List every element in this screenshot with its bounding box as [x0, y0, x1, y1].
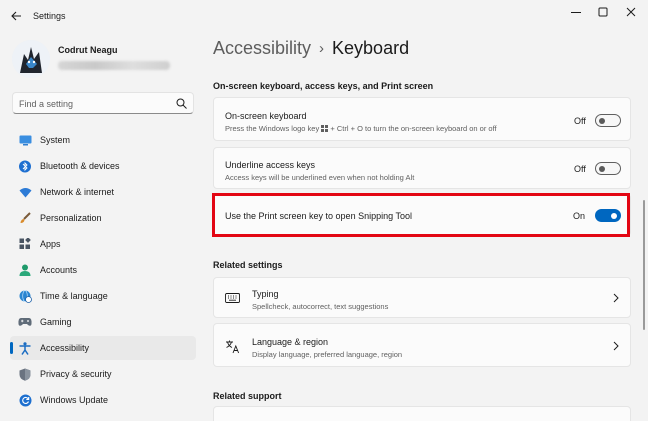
breadcrumb-parent[interactable]: Accessibility	[213, 38, 311, 58]
sidebar-item-network[interactable]: Network & internet	[10, 180, 196, 204]
chevron-right-icon	[613, 293, 619, 303]
sidebar-item-accessibility[interactable]: Accessibility	[10, 336, 196, 360]
minimize-icon	[571, 12, 581, 13]
sidebar-item-gaming[interactable]: Gaming	[10, 310, 196, 334]
accounts-icon	[18, 263, 32, 277]
sidebar-item-privacy[interactable]: Privacy & security	[10, 362, 196, 386]
setting-description: Access keys will be underlined even when…	[225, 173, 415, 182]
sidebar-item-personalization[interactable]: Personalization	[10, 206, 196, 230]
breadcrumb: Accessibility › Keyboard	[213, 38, 409, 59]
section-title-related-settings: Related settings	[213, 260, 283, 270]
keyboard-icon	[224, 290, 240, 306]
back-button[interactable]	[9, 9, 23, 23]
title-bar: Settings	[0, 0, 648, 32]
underline-access-keys-toggle[interactable]	[595, 162, 621, 175]
user-email-redacted	[58, 61, 170, 70]
minimize-button[interactable]	[565, 4, 587, 20]
setting-description: Press the Windows logo key + Ctrl + O to…	[225, 124, 497, 133]
wifi-icon	[18, 185, 32, 199]
related-language-region[interactable]: Language & region Display language, pref…	[213, 323, 631, 367]
sidebar-item-time-language[interactable]: Time & language	[10, 284, 196, 308]
search-icon[interactable]	[176, 98, 187, 109]
window-title: Settings	[33, 11, 66, 21]
related-title: Typing	[252, 289, 279, 299]
maximize-icon	[598, 7, 608, 17]
sidebar-item-accounts[interactable]: Accounts	[10, 258, 196, 282]
print-screen-toggle[interactable]	[595, 209, 621, 222]
toggle-state-label: On	[573, 211, 586, 221]
toggle-state-label: Off	[574, 116, 586, 126]
setting-onscreen-keyboard: On-screen keyboard Press the Windows log…	[213, 97, 631, 141]
windows-logo-icon	[321, 124, 329, 132]
setting-underline-access-keys: Underline access keys Access keys will b…	[213, 147, 631, 189]
maximize-button[interactable]	[592, 4, 614, 20]
gaming-icon	[18, 315, 32, 329]
sidebar-item-bluetooth[interactable]: Bluetooth & devices	[10, 154, 196, 178]
sidebar-item-apps[interactable]: Apps	[10, 232, 196, 256]
search-box[interactable]	[12, 92, 194, 114]
onscreen-keyboard-toggle[interactable]	[595, 114, 621, 127]
system-icon	[18, 133, 32, 147]
setting-print-screen-snipping: Use the Print screen key to open Snippin…	[213, 194, 631, 236]
close-button[interactable]	[620, 4, 642, 20]
related-support-card[interactable]	[213, 406, 631, 421]
related-typing[interactable]: Typing Spellcheck, autocorrect, text sug…	[213, 277, 631, 318]
user-name: Codrut Neagu	[58, 45, 118, 55]
sidebar-nav: System Bluetooth & devices Network & int…	[10, 128, 196, 414]
user-profile[interactable]: Codrut Neagu	[12, 40, 212, 80]
setting-title: Underline access keys	[225, 160, 316, 170]
search-input[interactable]	[19, 97, 169, 110]
bluetooth-icon	[18, 159, 32, 173]
brush-icon	[18, 211, 32, 225]
language-icon	[224, 338, 240, 354]
toggle-state-label: Off	[574, 164, 586, 174]
close-icon	[626, 7, 636, 17]
shield-icon	[18, 367, 32, 381]
avatar	[12, 40, 50, 78]
scrollbar[interactable]	[643, 200, 645, 330]
section-title-onscreen: On-screen keyboard, access keys, and Pri…	[213, 81, 434, 91]
related-title: Language & region	[252, 337, 329, 347]
related-description: Spellcheck, autocorrect, text suggestion…	[252, 302, 389, 311]
sidebar-item-windows-update[interactable]: Windows Update	[10, 388, 196, 412]
apps-icon	[18, 237, 32, 251]
update-icon	[18, 393, 32, 407]
section-title-related-support: Related support	[213, 391, 282, 401]
accessibility-icon	[18, 341, 32, 355]
avatar-image	[12, 40, 50, 78]
setting-title: Use the Print screen key to open Snippin…	[225, 211, 412, 221]
chevron-right-icon	[613, 341, 619, 351]
sidebar-item-system[interactable]: System	[10, 128, 196, 152]
globe-clock-icon	[18, 289, 32, 303]
setting-title: On-screen keyboard	[225, 111, 307, 121]
back-arrow-icon	[10, 11, 21, 21]
breadcrumb-separator: ›	[319, 40, 325, 57]
related-description: Display language, preferred language, re…	[252, 350, 403, 359]
page-title: Keyboard	[332, 38, 410, 58]
